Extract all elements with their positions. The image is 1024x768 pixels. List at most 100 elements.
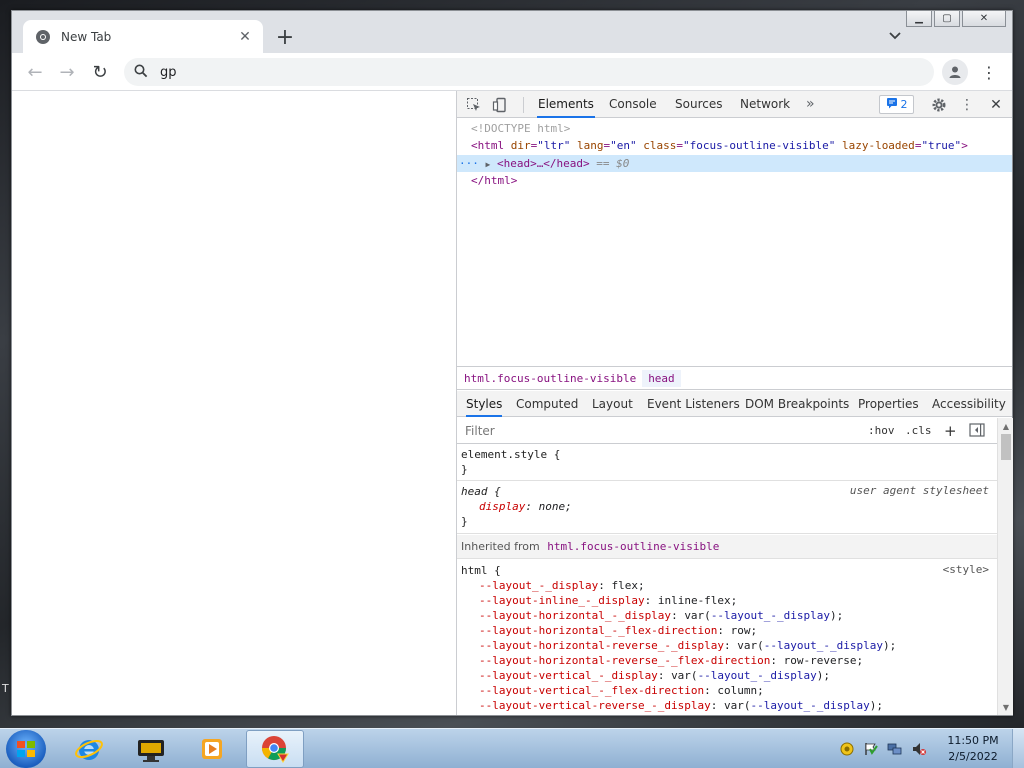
declaration[interactable]: --layout_-_display: flex; [461,578,997,593]
class-toggle[interactable]: .cls [905,422,932,440]
system-clock[interactable]: 11:50 PM 2/5/2022 [940,733,1006,765]
scroll-up-arrow-icon[interactable]: ▲ [998,419,1014,433]
taskbar-chrome[interactable] [246,730,304,768]
back-button[interactable]: ← [22,59,48,85]
rule-element-style[interactable]: element.style { } [457,444,997,481]
styles-scrollbar[interactable]: ▲ ▼ [997,418,1013,715]
declaration[interactable]: --layout-inline_-_display: inline-flex; [461,593,997,608]
omnibox[interactable]: gp [124,58,934,86]
tab-console[interactable]: Console [608,91,658,118]
attr-name: class [643,139,677,152]
dom-html-open[interactable]: <html dir="ltr" lang="en" class="focus-o… [457,137,1012,154]
rule-head[interactable]: head { user agent stylesheet display: no… [457,481,997,534]
tab-layout[interactable]: Layout [592,391,633,417]
maximize-button[interactable]: ▢ [934,11,960,27]
css-variable-link[interactable]: --layout_-_display [751,699,870,712]
tab-search-icon[interactable] [885,26,905,46]
inherited-selector[interactable]: html.focus-outline-visible [547,540,719,553]
show-desktop-button[interactable] [1012,729,1024,768]
toggle-sidebar-icon[interactable] [969,423,985,441]
action-center-flag-icon[interactable] [862,740,880,758]
profile-avatar-icon[interactable] [942,59,968,85]
css-value: column; [717,684,764,697]
attr-value: "focus-outline-visible" [683,139,836,152]
network-icon[interactable] [886,740,904,758]
devtools-menu-icon[interactable]: ⋮ [958,96,976,114]
head-node-text: <head>…</head> [496,157,590,170]
inherited-label: Inherited from [461,540,540,553]
declaration[interactable]: --layout-horizontal_-_display: var(--lay… [461,608,997,623]
expand-triangle-icon[interactable]: ▶ [486,160,491,169]
settings-gear-icon[interactable] [930,96,948,114]
css-variable-link[interactable]: --layout_-_display [711,609,830,622]
dom-doctype[interactable]: <!DOCTYPE html> [457,120,1012,137]
tab-elements[interactable]: Elements [537,91,595,118]
declaration[interactable]: --layout-vertical_-_display: var(--layou… [461,668,997,683]
tab-sources[interactable]: Sources [674,91,723,118]
styles-filter-input[interactable] [461,421,861,441]
rule-close: } [461,463,468,476]
new-style-rule-button[interactable]: + [944,422,957,440]
close-window-button[interactable]: ✕ [962,11,1006,27]
declaration[interactable]: --layout-horizontal_-_flex-direction: ro… [461,623,997,638]
declaration[interactable]: --layout-horizontal-reverse_-_display: v… [461,638,997,653]
tab-event-listeners[interactable]: Event Listeners [647,391,740,417]
taskbar-internet-explorer[interactable] [60,730,118,768]
declaration[interactable]: display: none; [461,499,997,514]
declaration[interactable]: --layout-vertical-reverse_-_display: var… [461,698,997,713]
css-value: none; [538,500,572,513]
node-actions-dots[interactable]: ··· [459,157,479,170]
css-value: var( [724,699,751,712]
page-viewport[interactable] [12,91,456,715]
tab-close-icon[interactable]: ✕ [237,29,253,45]
tab-styles[interactable]: Styles [466,391,503,417]
reload-button[interactable]: ↻ [87,59,113,85]
declaration[interactable]: --layout-vertical_-_flex-direction: colu… [461,683,997,698]
taskbar-media-player[interactable] [184,730,242,768]
breadcrumb-head[interactable]: head [642,369,681,387]
inspect-element-icon[interactable] [465,96,483,114]
new-tab-button[interactable]: + [273,25,297,50]
tab-dom-breakpoints[interactable]: DOM Breakpoints [745,391,849,417]
forward-button[interactable]: → [54,59,80,85]
declaration[interactable]: --layout-vertical-reverse_-_flex-directi… [461,713,997,715]
more-tabs-button[interactable]: » [805,91,816,118]
tab-new-tab[interactable]: New Tab ✕ [23,20,263,53]
css-property: --layout-horizontal-reverse_-_display [479,639,725,652]
issues-badge[interactable]: 2 [879,95,914,114]
dom-html-close[interactable]: </html> [457,172,1012,189]
tab-computed[interactable]: Computed [516,391,578,417]
rule-source[interactable]: <style> [943,563,989,576]
breadcrumb-html[interactable]: html.focus-outline-visible [463,372,642,385]
css-variable-link[interactable]: --layout_-_display [764,639,883,652]
hover-state-toggle[interactable]: :hov [868,422,895,440]
browser-menu-button[interactable]: ⋮ [976,59,1002,85]
browser-toolbar: ← → ↻ gp ⋮ [12,53,1012,91]
tab-network[interactable]: Network [739,91,791,118]
minimize-button[interactable]: ▁ [906,11,932,27]
device-toolbar-icon[interactable] [491,96,509,114]
tray-app-icon[interactable] [838,740,856,758]
scroll-thumb[interactable] [1001,434,1011,460]
tab-properties[interactable]: Properties [858,391,919,417]
rule-selector: element.style { [461,448,561,461]
css-variable-link[interactable]: --layout_-_display [698,669,817,682]
taskbar: 11:50 PM 2/5/2022 [0,728,1024,768]
tab-accessibility[interactable]: Accessibility [932,391,1006,417]
taskbar-media-center[interactable] [122,730,180,768]
declaration[interactable]: --layout-horizontal-reverse_-_flex-direc… [461,653,997,668]
omnibox-input[interactable]: gp [160,65,177,80]
dom-head-selected[interactable]: ··· ▶ <head>…</head> == $0 [457,155,1012,172]
rule-close: } [461,515,468,528]
volume-muted-icon[interactable] [910,740,928,758]
tab-strip: New Tab ✕ + ▁ ▢ ✕ [12,11,1012,53]
scroll-down-arrow-icon[interactable]: ▼ [998,700,1014,714]
close-devtools-icon[interactable]: ✕ [987,96,1005,114]
start-button[interactable] [6,730,46,768]
rule-html[interactable]: html { <style> --layout_-_display: flex;… [457,560,997,715]
windows-logo-icon [17,741,35,757]
css-value: flex; [611,579,645,592]
css-property: --layout-horizontal_-_display [479,609,672,622]
html-close-text: </html> [471,174,518,187]
attr-name: lazy-loaded [841,139,915,152]
